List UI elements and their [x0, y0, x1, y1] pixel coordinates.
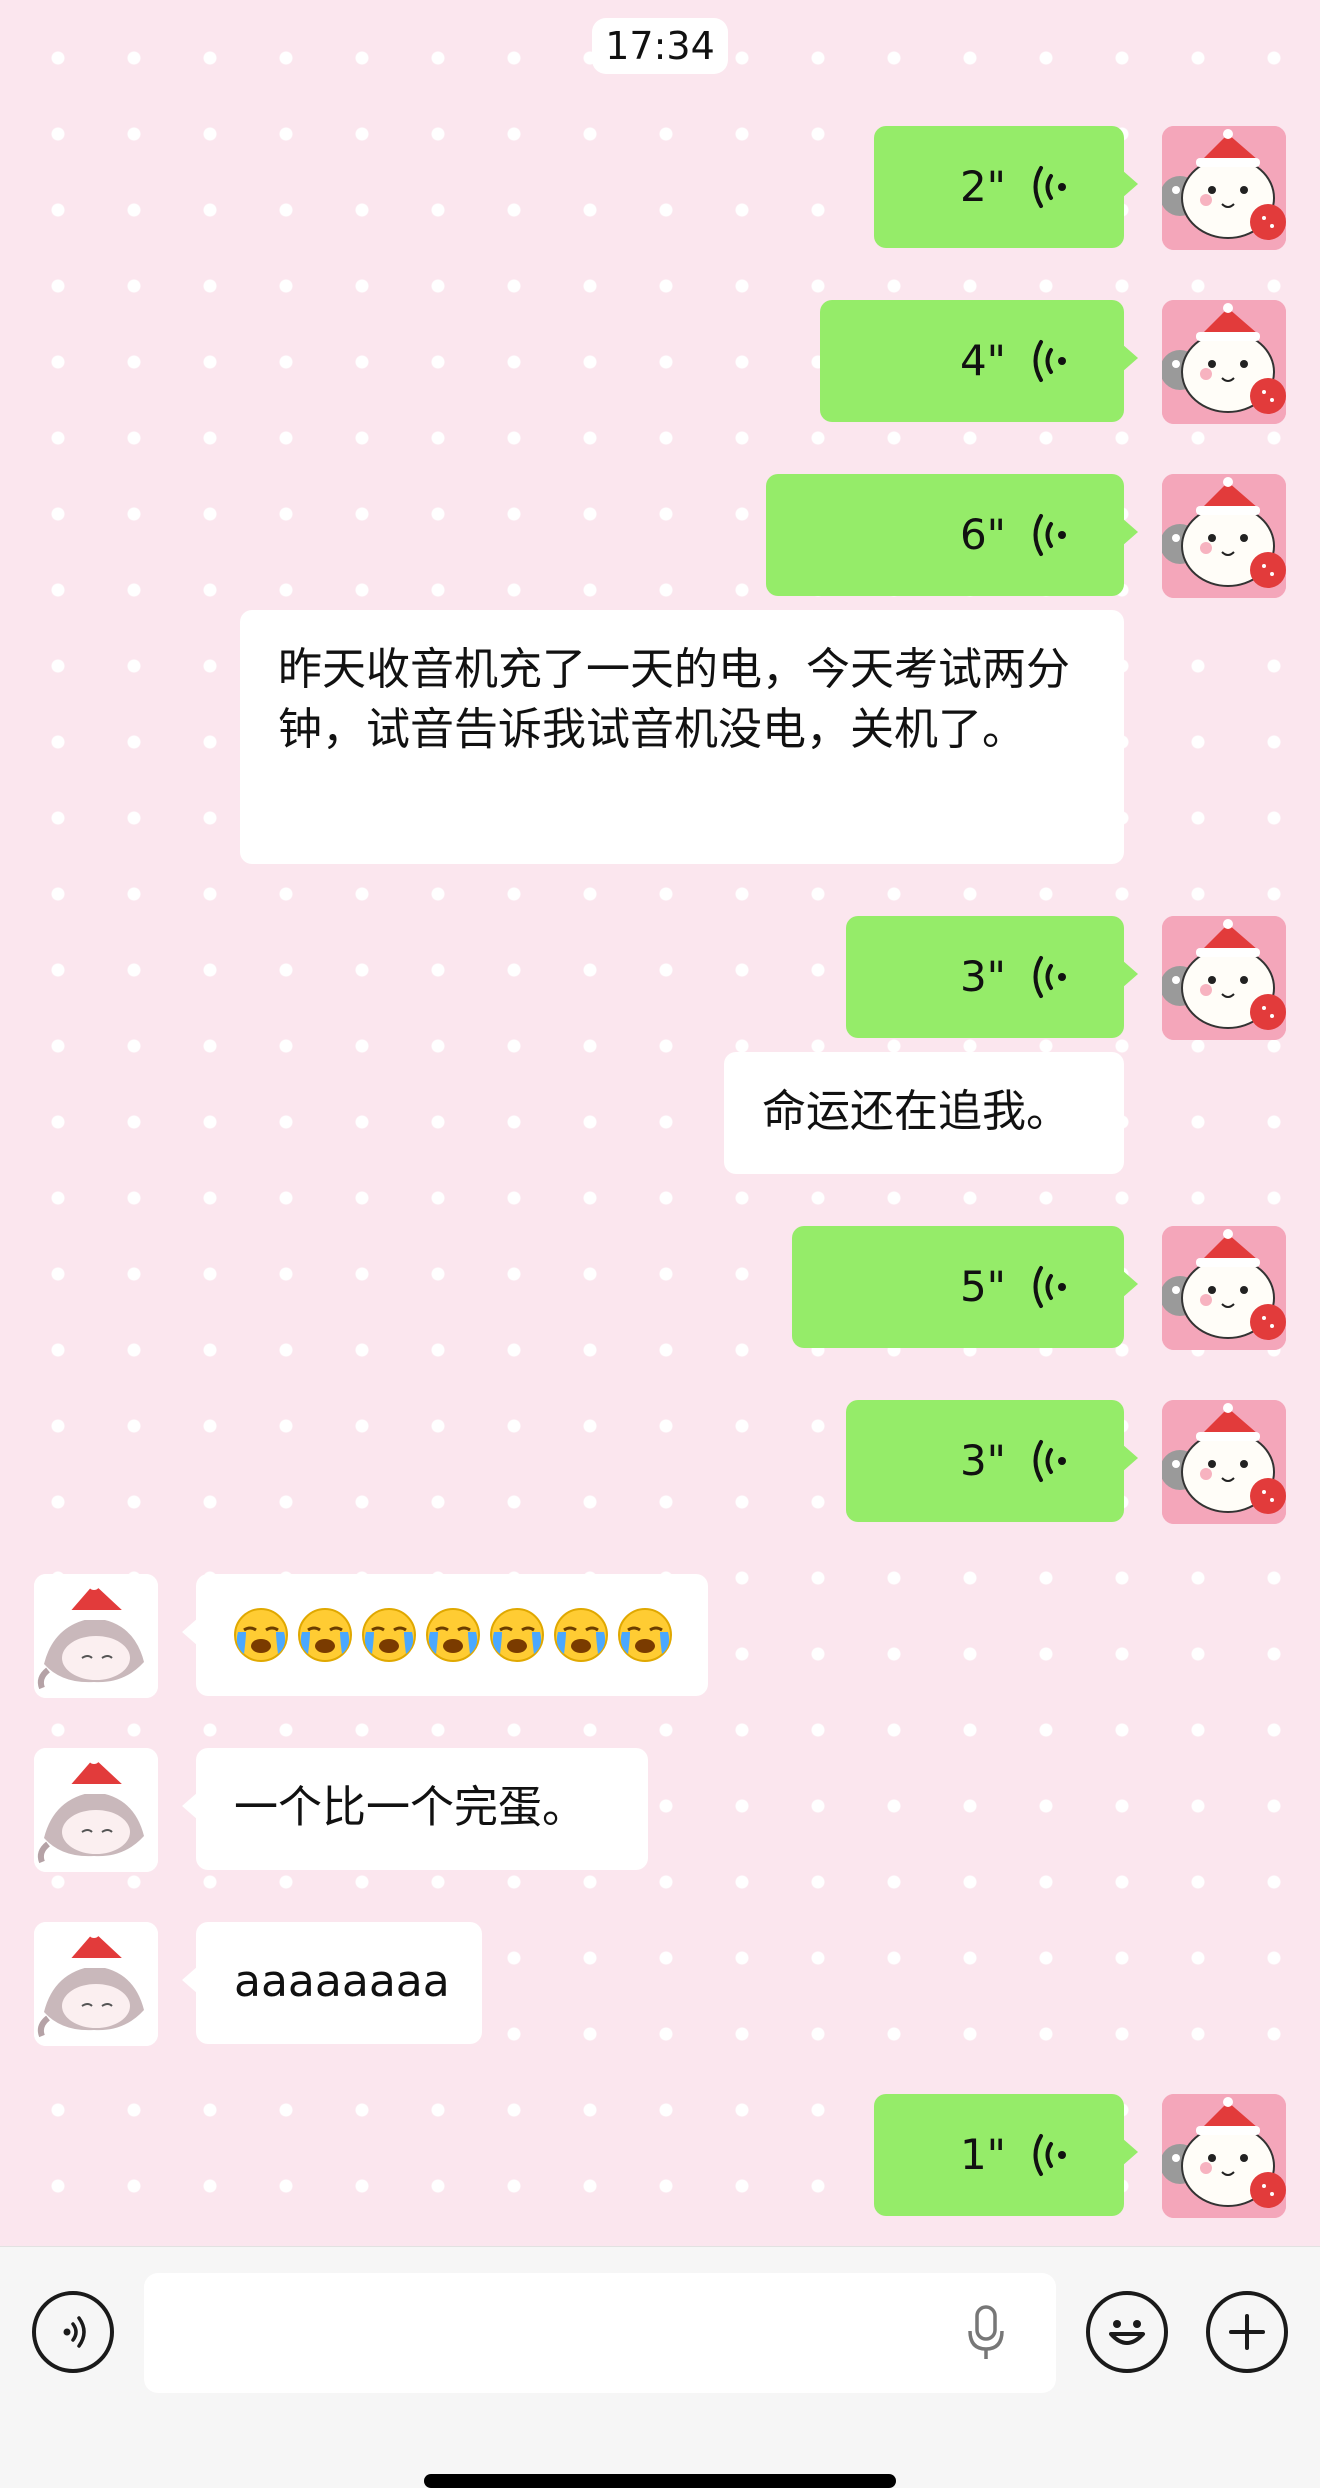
- voice-message[interactable]: 3": [846, 916, 1138, 1038]
- text-message[interactable]: aaaaaaaa: [182, 1922, 482, 2044]
- voice-mode-icon: [63, 2316, 86, 2348]
- voice-duration: 4": [959, 336, 1006, 385]
- text-message[interactable]: 一个比一个完蛋。: [182, 1748, 648, 1870]
- crying-emoji-icon: [232, 1606, 290, 1664]
- contact-avatar[interactable]: [34, 1748, 158, 1872]
- crying-emoji-icon: [488, 1606, 546, 1664]
- voice-duration: 1": [959, 2130, 1006, 2179]
- emoji-message[interactable]: [182, 1574, 708, 1696]
- voice-mode-button[interactable]: [32, 2291, 114, 2373]
- my-avatar[interactable]: [1162, 1226, 1286, 1350]
- input-bar: [0, 2246, 1320, 2488]
- voice-duration: 3": [959, 952, 1006, 1001]
- crying-emoji-icon: [296, 1606, 354, 1664]
- voice-duration: 3": [959, 1436, 1006, 1485]
- voice-duration: 2": [959, 162, 1006, 211]
- timestamp: 17:34: [592, 18, 728, 74]
- contact-avatar[interactable]: [34, 1922, 158, 2046]
- message-text: 昨天收音机充了一天的电，今天考试两分钟，试音告诉我试音机没电，关机了。: [278, 644, 1070, 755]
- message-text: 一个比一个完蛋。: [234, 1782, 586, 1833]
- voice-wave-icon: [1024, 336, 1074, 386]
- voice-message[interactable]: 5": [792, 1226, 1138, 1348]
- message-text: 命运还在追我。: [762, 1086, 1070, 1137]
- voice-message[interactable]: 1": [874, 2094, 1138, 2216]
- contact-avatar[interactable]: [34, 1574, 158, 1698]
- emoji-button[interactable]: [1086, 2291, 1168, 2373]
- message-text: aaaaaaaa: [234, 1956, 450, 2007]
- voice-wave-icon: [1024, 1262, 1074, 1312]
- voice-duration: 6": [959, 510, 1006, 559]
- voice-message[interactable]: 2": [874, 126, 1138, 248]
- plus-icon: [1229, 2314, 1265, 2350]
- voice-duration: 5": [959, 1262, 1006, 1311]
- voice-wave-icon: [1024, 162, 1074, 212]
- my-avatar[interactable]: [1162, 126, 1286, 250]
- smiley-icon: [1109, 2320, 1145, 2345]
- more-button[interactable]: [1206, 2291, 1288, 2373]
- voice-wave-icon: [1024, 510, 1074, 560]
- voice-message[interactable]: 3": [846, 1400, 1138, 1522]
- my-avatar[interactable]: [1162, 916, 1286, 1040]
- my-avatar[interactable]: [1162, 300, 1286, 424]
- voice-wave-icon: [1024, 952, 1074, 1002]
- voice-wave-icon: [1024, 1436, 1074, 1486]
- crying-emoji-icon: [424, 1606, 482, 1664]
- crying-emoji-icon: [360, 1606, 418, 1664]
- my-avatar[interactable]: [1162, 1400, 1286, 1524]
- voice-wave-icon: [1024, 2130, 1074, 2180]
- microphone-icon[interactable]: [966, 2303, 1006, 2363]
- my-avatar[interactable]: [1162, 2094, 1286, 2218]
- text-message[interactable]: 命运还在追我。: [724, 1052, 1124, 1174]
- emoji-sequence: [196, 1574, 708, 1696]
- voice-message[interactable]: 4": [820, 300, 1138, 422]
- crying-emoji-icon: [552, 1606, 610, 1664]
- message-input[interactable]: [144, 2273, 1056, 2393]
- text-message[interactable]: 昨天收音机充了一天的电，今天考试两分钟，试音告诉我试音机没电，关机了。: [240, 610, 1124, 864]
- voice-message[interactable]: 6": [766, 474, 1138, 596]
- home-indicator[interactable]: [424, 2474, 896, 2488]
- my-avatar[interactable]: [1162, 474, 1286, 598]
- crying-emoji-icon: [616, 1606, 674, 1664]
